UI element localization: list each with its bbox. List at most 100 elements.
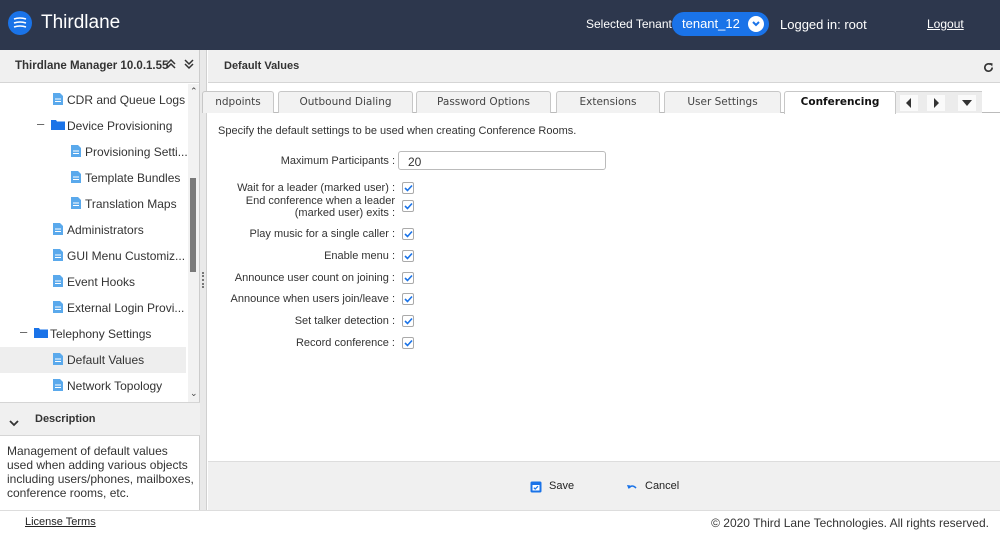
logout-link[interactable]: Logout (927, 17, 964, 31)
max-participants-label: Maximum Participants : (280, 155, 395, 167)
tenant-select[interactable]: tenant_12 (672, 12, 769, 36)
tree-item-label: Template Bundles (85, 171, 181, 185)
file-icon (71, 197, 81, 212)
sidebar: Thirdlane Manager 10.0.1.55 CDR and Queu… (0, 50, 200, 510)
tab-extensions[interactable]: Extensions (556, 91, 660, 113)
checkmark-icon (404, 230, 413, 238)
checkbox-label: Announce user count on joining : (234, 272, 395, 284)
tree-item-label: Network Topology (67, 379, 163, 393)
splitter-handle-icon[interactable] (202, 272, 204, 288)
top-bar: Thirdlane Selected Tenant : tenant_12 Lo… (0, 0, 1000, 50)
expand-all-icon[interactable] (184, 58, 194, 73)
checkbox-label: Set talker detection : (294, 315, 395, 327)
tab-endpoints[interactable]: ndpoints (202, 91, 274, 113)
sidebar-header: Thirdlane Manager 10.0.1.55 (0, 50, 199, 83)
file-icon (71, 145, 81, 160)
copyright-text: © 2020 Third Lane Technologies. All righ… (711, 516, 989, 530)
description-title: Description (35, 413, 96, 425)
checkbox[interactable] (402, 200, 414, 212)
tab-conferencing[interactable]: Conferencing (784, 91, 896, 114)
tree-item[interactable]: Provisioning Setti... (0, 139, 188, 165)
scrollbar-thumb[interactable] (190, 178, 196, 272)
tab-scroll-right-icon[interactable] (927, 95, 945, 111)
logged-in-user: Logged in: root (780, 17, 867, 32)
checkbox-label: Enable menu : (324, 250, 395, 262)
thirdlane-logo-icon (8, 11, 32, 35)
checkbox[interactable] (402, 315, 414, 327)
tree-item[interactable]: – Telephony Settings (0, 321, 186, 347)
tree-item-label: Translation Maps (85, 197, 177, 211)
checkmark-icon (404, 202, 413, 210)
license-terms-link[interactable]: License Terms (25, 516, 96, 528)
checkbox[interactable] (402, 272, 414, 284)
tree-item[interactable]: Administrators (0, 217, 186, 243)
tree-item[interactable]: GUI Menu Customiz... (0, 243, 186, 269)
save-icon (530, 481, 542, 493)
tree-item[interactable]: Network Topology (0, 373, 186, 399)
checkbox[interactable] (402, 228, 414, 240)
checkmark-icon (404, 252, 413, 260)
file-icon (53, 301, 63, 316)
checkbox[interactable] (402, 182, 414, 194)
description-text: Management of default values used when a… (7, 444, 194, 500)
collapse-all-icon[interactable] (166, 58, 176, 73)
description-header[interactable]: Description (0, 402, 200, 436)
tree-item[interactable]: Default Values (0, 347, 186, 373)
checkbox[interactable] (402, 250, 414, 262)
checkbox[interactable] (402, 337, 414, 349)
file-icon (53, 223, 63, 238)
intro-text: Specify the default settings to be used … (218, 125, 577, 137)
collapse-toggle-icon[interactable]: – (20, 324, 27, 339)
file-icon (53, 353, 63, 368)
checkbox-label: Record conference : (295, 337, 395, 349)
tree-item[interactable]: External Login Provi... (0, 295, 186, 321)
checkbox[interactable] (402, 293, 414, 305)
file-icon (53, 249, 63, 264)
tree-item[interactable]: – Device Provisioning (0, 113, 186, 139)
tab-user-settings[interactable]: User Settings (664, 91, 781, 113)
checkmark-icon (404, 317, 413, 325)
checkbox-label: Wait for a leader (marked user) : (237, 182, 395, 194)
checkmark-icon (404, 295, 413, 303)
tree-item-label: GUI Menu Customiz... (67, 249, 186, 263)
scroll-up-icon[interactable]: ⌃ (190, 86, 198, 97)
tree-item-label: Default Values (67, 353, 145, 367)
tree-item[interactable]: Translation Maps (0, 191, 186, 217)
tree-item-label: Provisioning Setti... (85, 145, 188, 159)
tree-item[interactable]: Template Bundles (0, 165, 186, 191)
checkmark-icon (404, 184, 413, 192)
tab-outbound-dialing[interactable]: Outbound Dialing (278, 91, 413, 113)
folder-icon (51, 119, 65, 133)
tab-navigation (896, 91, 982, 113)
page-title: Default Values (224, 60, 300, 72)
checkbox-label: Announce when users join/leave : (230, 293, 396, 305)
tab-password-options[interactable]: Password Options (416, 91, 551, 113)
file-icon (53, 379, 63, 394)
checkmark-icon (404, 339, 413, 347)
folder-icon (34, 327, 48, 341)
tenant-value: tenant_12 (682, 16, 740, 31)
tree-item-label: External Login Provi... (67, 301, 185, 315)
tab-scroll-left-icon[interactable] (900, 95, 918, 111)
undo-icon (627, 485, 637, 489)
tree-item[interactable]: Event Hooks (0, 269, 186, 295)
tree-scrollbar[interactable]: ⌃ ⌄ (188, 84, 199, 402)
tree-item[interactable]: CDR and Queue Logs (0, 87, 186, 113)
navigation-tree: CDR and Queue Logs – Device Provisioning Pr… (0, 84, 188, 402)
tab-menu-dropdown-icon[interactable] (958, 95, 976, 111)
collapse-toggle-icon[interactable]: – (37, 116, 44, 131)
page-footer: License Terms © 2020 Third Lane Technolo… (0, 510, 1000, 535)
file-icon (71, 171, 81, 186)
checkbox-label: Play music for a single caller : (249, 228, 396, 240)
tree-item-label: Telephony Settings (50, 327, 152, 341)
panel-splitter[interactable] (200, 50, 207, 510)
brand-name: Thirdlane (41, 12, 121, 33)
file-icon (53, 93, 63, 108)
tab-bar: ndpoints Outbound Dialing Password Optio… (202, 91, 1000, 114)
max-participants-input[interactable] (398, 151, 606, 170)
refresh-icon[interactable] (983, 60, 994, 78)
file-icon (53, 275, 63, 290)
tree-item-label: Device Provisioning (67, 119, 173, 133)
scroll-down-icon[interactable]: ⌄ (190, 388, 198, 399)
chevron-down-icon (748, 16, 764, 32)
